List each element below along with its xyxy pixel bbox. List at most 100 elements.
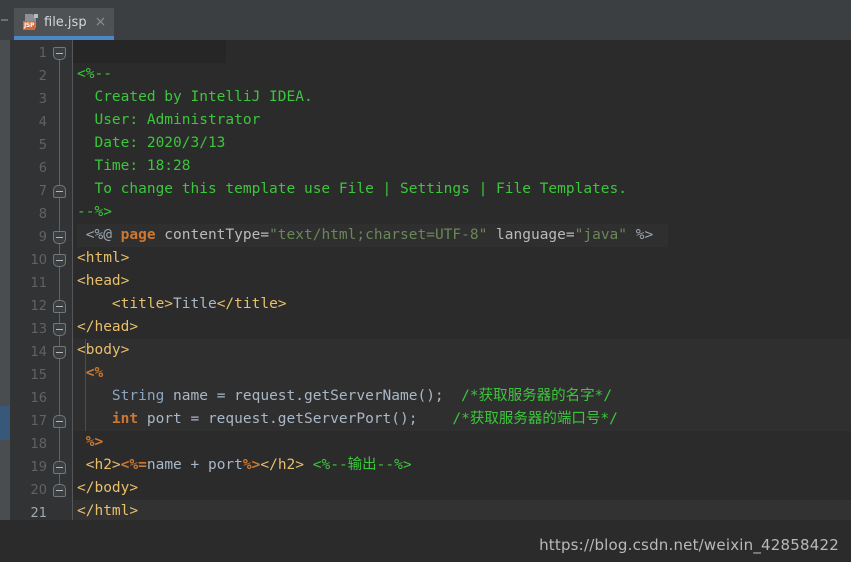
code-token: </html> <box>77 503 139 519</box>
fold-toggle-line-10[interactable] <box>53 254 66 267</box>
line-number-13: 13 <box>30 322 47 337</box>
code-token: <% <box>77 365 104 381</box>
line-number-5: 5 <box>38 138 47 153</box>
code-line-1: <%-- <box>73 63 851 86</box>
line-number-7: 7 <box>38 184 47 199</box>
code-line-11: <title>Title</title> <box>73 293 851 316</box>
code-token: %> <box>627 227 654 243</box>
fold-toggle-line-1[interactable] <box>53 47 66 60</box>
code-token: User: Administrator <box>77 112 261 128</box>
line-number-18: 18 <box>30 437 47 452</box>
jsp-file-icon: JSP <box>23 14 38 30</box>
code-token: port = request.getServerPort(); <box>138 411 418 427</box>
code-line-8: <%@ page contentType="text/html;charset=… <box>73 224 851 247</box>
code-token: <%= <box>120 457 147 473</box>
line-number-12: 12 <box>30 299 47 314</box>
code-token: /*获取服务器的名字*/ <box>443 388 613 404</box>
code-token: name = request.getServerName(); <box>164 388 444 404</box>
line-number-11: 11 <box>30 276 47 291</box>
code-line-10: <head> <box>73 270 851 293</box>
editor-tab-label: file.jsp <box>44 14 87 30</box>
code-line-7: --%> <box>73 201 851 224</box>
line-number-9: 9 <box>38 230 47 245</box>
editor-tab-bar: JSP file.jsp × <box>0 0 851 40</box>
code-token: String <box>77 388 165 404</box>
line-number-4: 4 <box>38 115 47 130</box>
code-token: </body> <box>77 480 139 496</box>
code-token: To change this template use File | Setti… <box>77 181 627 197</box>
editor-tab-file-jsp[interactable]: JSP file.jsp × <box>14 8 115 40</box>
fold-toggle-line-19[interactable] <box>53 461 66 474</box>
line-number-8: 8 <box>38 207 47 222</box>
line-number-15: 15 <box>30 368 47 383</box>
fold-toggle-line-7[interactable] <box>53 185 66 198</box>
code-token: name + port <box>146 457 243 473</box>
code-token: int <box>77 411 139 427</box>
code-line-17: %> <box>73 431 851 454</box>
fold-toggle-line-12[interactable] <box>53 300 66 313</box>
code-line-15: String name = request.getServerName(); /… <box>73 385 851 408</box>
code-line-3: User: Administrator <box>73 109 851 132</box>
code-line-19: </body> <box>73 477 851 500</box>
line-number-6: 6 <box>38 161 47 176</box>
close-icon[interactable]: × <box>93 15 109 29</box>
line-number-20: 20 <box>30 483 47 498</box>
code-token: "text/html;charset=UTF-8" <box>269 227 488 243</box>
code-token: </head> <box>77 319 139 335</box>
code-content[interactable]: <%-- Created by IntelliJ IDEA. User: Adm… <box>73 40 851 562</box>
code-line-12: </head> <box>73 316 851 339</box>
code-line-6: To change this template use File | Setti… <box>73 178 851 201</box>
code-token: <body> <box>77 342 130 358</box>
line-number-1: 1 <box>38 46 47 61</box>
code-line-16: int port = request.getServerPort(); /*获取… <box>73 408 851 431</box>
line-number-16: 16 <box>30 391 47 406</box>
jsp-icon-badge-label: JSP <box>23 21 36 30</box>
code-line-2: Created by IntelliJ IDEA. <box>73 86 851 109</box>
code-token: </h2> <box>260 457 305 473</box>
line-number-10: 10 <box>30 253 47 268</box>
code-token: <h2> <box>77 457 121 473</box>
fold-toggle-line-14[interactable] <box>53 346 66 359</box>
code-token: <%-- <box>77 66 112 82</box>
expression-block-highlight <box>73 40 226 63</box>
code-token: contentType= <box>155 227 270 243</box>
code-token: %> <box>242 457 261 473</box>
code-token: </title> <box>216 296 287 312</box>
code-token: <head> <box>77 273 130 289</box>
code-folding-column[interactable] <box>51 40 69 562</box>
code-token: <title> <box>77 296 174 312</box>
fold-toggle-line-20[interactable] <box>53 484 66 497</box>
code-line-14: <% <box>73 362 851 385</box>
code-line-13: <body> <box>73 339 851 362</box>
ide-window: JSP file.jsp × 1 2 3 4 5 6 7 8 9 10 11 12 13 14 15 16 17… <box>0 0 851 562</box>
editor-area: 1 2 3 4 5 6 7 8 9 10 11 12 13 14 15 16 17 18 19 20 21 <%-- C… <box>0 40 851 562</box>
line-number-14: 14 <box>30 345 47 360</box>
line-number-19: 19 <box>30 460 47 475</box>
code-token: page <box>120 227 156 243</box>
code-line-9: <html> <box>73 247 851 270</box>
watermark-text: https://blog.csdn.net/weixin_42858422 <box>539 536 839 554</box>
fold-toggle-line-9[interactable] <box>53 231 66 244</box>
code-lines: <%-- Created by IntelliJ IDEA. User: Adm… <box>73 63 851 546</box>
code-token: <%--输出--%> <box>312 457 412 473</box>
code-token: Created by IntelliJ IDEA. <box>77 89 313 105</box>
line-number-2: 2 <box>38 69 47 84</box>
editor-gutter[interactable]: 1 2 3 4 5 6 7 8 9 10 11 12 13 14 15 16 17 18 19 20 21 <box>10 40 73 562</box>
fold-toggle-line-13[interactable] <box>53 323 66 336</box>
code-token: --%> <box>77 204 112 220</box>
code-token: "java" <box>574 227 628 243</box>
code-token: <%@ <box>77 227 121 243</box>
line-number-3: 3 <box>38 92 47 107</box>
collapsed-panel-handle[interactable] <box>0 0 14 40</box>
fold-toggle-line-17[interactable] <box>53 415 66 428</box>
code-token: %> <box>77 434 104 450</box>
line-number-17: 17 <box>30 414 47 429</box>
code-line-18: <h2><%=name + port%></h2> <%--输出--%> <box>73 454 851 477</box>
code-line-5: Time: 18:28 <box>73 155 851 178</box>
code-token: /*获取服务器的端口号*/ <box>417 411 618 427</box>
code-token: Time: 18:28 <box>77 158 191 174</box>
code-token: language= <box>487 227 575 243</box>
code-token: Title <box>173 296 217 312</box>
fold-connector-line <box>59 47 60 497</box>
